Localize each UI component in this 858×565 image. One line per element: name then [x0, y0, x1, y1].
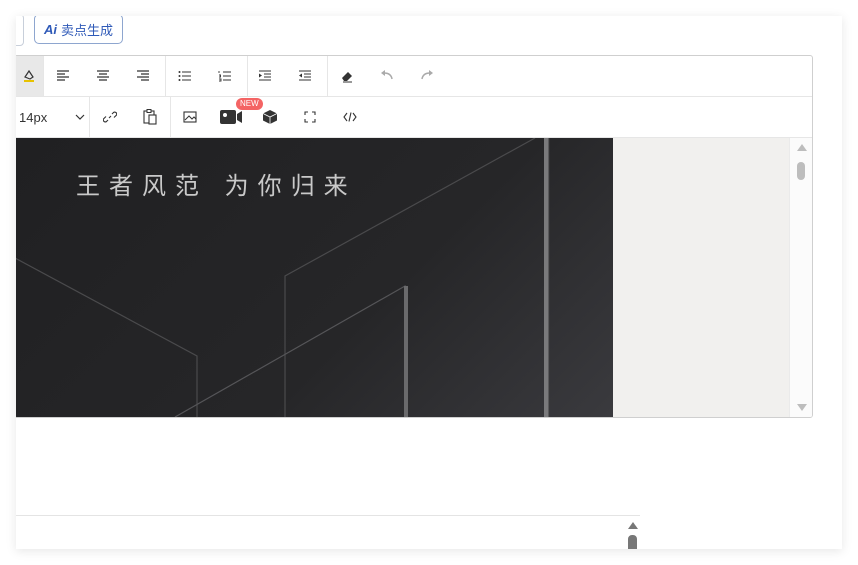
image-icon[interactable] — [176, 103, 204, 131]
toolbar-row-1 — [16, 56, 812, 97]
3d-model-icon[interactable] — [256, 103, 284, 131]
outdent-icon[interactable] — [291, 62, 319, 90]
editor-panel: Ai 卖点生成 14px NEW 王者风范 为你归来 — [16, 16, 842, 549]
eraser-icon[interactable] — [333, 62, 361, 90]
banner-title: 王者风范 为你归来 — [76, 172, 357, 200]
scroll-thumb[interactable] — [628, 535, 637, 549]
numbered-list-icon[interactable] — [211, 62, 239, 90]
code-view-icon[interactable] — [336, 103, 364, 131]
ai-selling-point-label: 卖点生成 — [61, 22, 114, 38]
fullscreen-icon[interactable] — [296, 103, 324, 131]
ai-icon: Ai — [44, 21, 57, 37]
rich-text-editor: 14px NEW 王者风范 为你归来 — [16, 55, 813, 418]
font-size-value: 14px — [19, 109, 48, 125]
toolbar-row-2: 14px NEW — [16, 97, 812, 138]
scroll-thumb[interactable] — [797, 162, 805, 180]
align-right-icon[interactable] — [129, 62, 157, 90]
redo-icon[interactable] — [413, 62, 441, 90]
align-center-icon[interactable] — [89, 62, 117, 90]
scroll-up-arrow-icon[interactable] — [628, 522, 638, 529]
font-size-select[interactable]: 14px — [19, 107, 85, 127]
scroll-up-arrow-icon[interactable] — [797, 144, 807, 151]
scroll-down-arrow-icon[interactable] — [797, 404, 807, 411]
highlight-color-icon[interactable] — [16, 56, 43, 96]
secondary-scrollbar[interactable] — [625, 516, 640, 549]
align-left-icon[interactable] — [49, 62, 77, 90]
editor-scrollbar[interactable] — [789, 138, 812, 417]
link-icon[interactable] — [96, 103, 124, 131]
chevron-down-icon — [75, 114, 85, 120]
banner-image: 王者风范 为你归来 — [16, 138, 613, 417]
editor-content[interactable]: 王者风范 为你归来 — [16, 138, 812, 417]
undo-icon[interactable] — [373, 62, 401, 90]
ai-selling-point-button[interactable]: Ai 卖点生成 — [34, 16, 124, 44]
bullet-list-icon[interactable] — [171, 62, 199, 90]
indent-icon[interactable] — [251, 62, 279, 90]
previous-button[interactable] — [16, 16, 24, 46]
paste-icon[interactable] — [136, 103, 164, 131]
secondary-text-field[interactable] — [16, 515, 640, 549]
